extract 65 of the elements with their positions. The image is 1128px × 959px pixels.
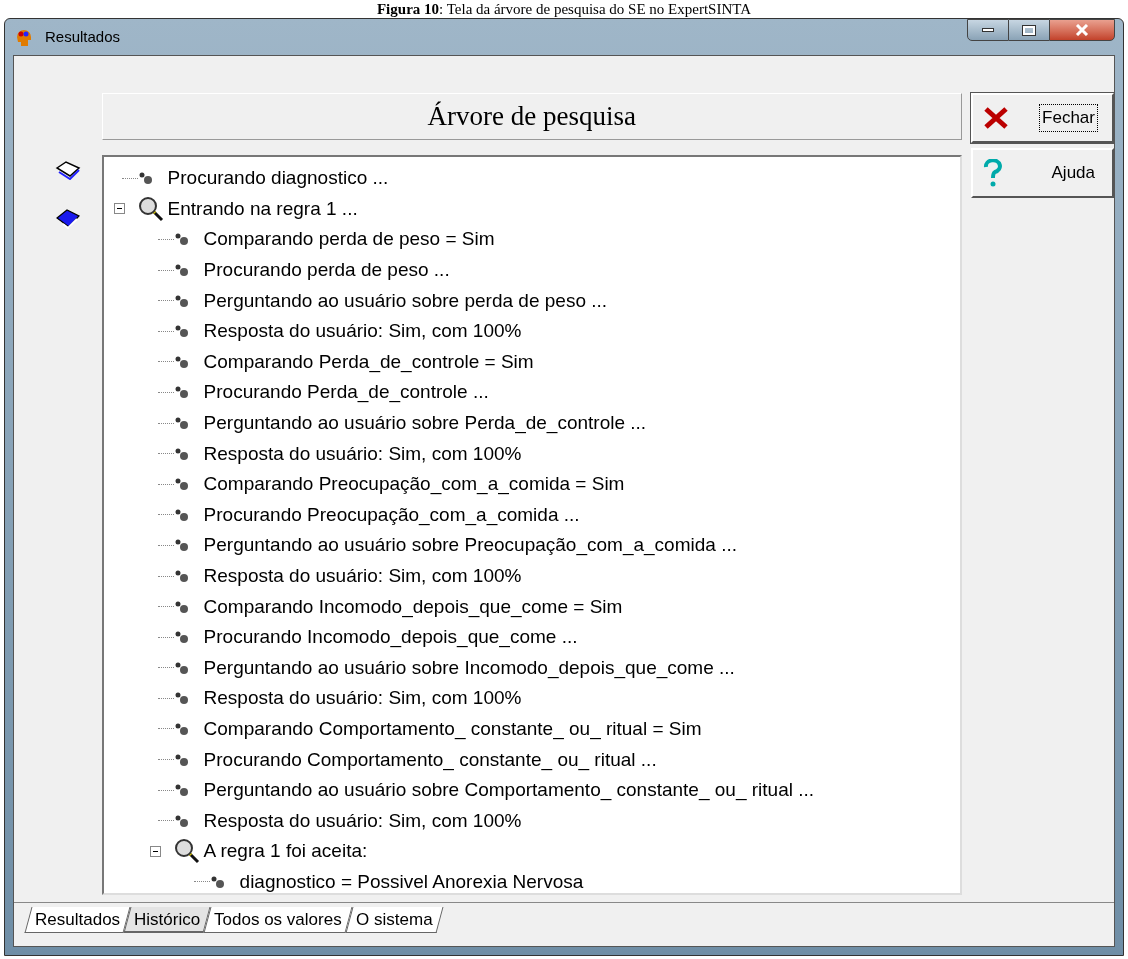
help-button[interactable]: Ajuda [971,148,1114,198]
dots-icon [173,691,190,706]
tree-node-label[interactable]: Entrando na regra 1 ... [167,195,358,222]
tree-node-label[interactable]: Resposta do usuário: Sim, com 100% [203,563,522,589]
window-title: Resultados [45,26,121,47]
dots-icon [173,293,190,308]
question-mark-icon [983,159,1003,187]
magnifier-icon [137,195,164,222]
dots-icon [137,171,154,186]
tree-node-label[interactable]: Comparando Incomodo_depois_que_come = Sim [203,593,623,620]
tree-node-label[interactable]: Comparando Preocupação_com_a_comida = Sim [203,471,625,498]
tree-node-label[interactable]: Resposta do usuário: Sim, com 100% [203,318,522,345]
close-icon [1075,24,1089,36]
dots-icon [173,354,190,369]
tree-node-label[interactable]: Procurando Perda_de_controle ... [203,379,489,406]
tree-node-label[interactable]: Procurando Preocupação_com_a_comida ... [203,501,580,528]
tab[interactable]: O sistema [345,907,443,933]
tree-node-label[interactable]: Procurando diagnostico ... [167,165,389,192]
dots-icon [173,752,190,767]
figure-caption: Figura 10: Tela da árvore de pesquisa do SE no ExpertSINTA [376,0,752,18]
heading-title: Árvore de pesquisa [427,100,636,134]
tree-node-label[interactable]: Resposta do usuário: Sim, com 100% [203,685,522,712]
tree-node-label[interactable]: Comparando Comportamento_ constante_ ou_ ritual = Sim [203,716,702,742]
tab[interactable]: Histórico [123,907,211,933]
close-dialog-button[interactable]: Fechar [971,93,1114,143]
tree-node-label[interactable]: A regra 1 foi aceita: [203,838,368,865]
tab[interactable]: Todos os valores [203,907,353,933]
magnifier-icon [173,838,200,865]
dots-icon [173,630,190,645]
collapse-toggle[interactable] [113,203,125,215]
dots-icon [173,324,190,339]
dots-icon [173,538,190,553]
dots-icon [173,446,190,461]
dots-icon [173,660,190,675]
tree-node-label[interactable]: Perguntando ao usuário sobre perda de peso ... [203,287,608,314]
tree-node-label[interactable]: Comparando Perda_de_controle = Sim [203,348,534,375]
dots-icon [173,813,190,828]
tree-node-label[interactable]: Comparando perda de peso = Sim [203,226,495,253]
dots-icon [173,385,190,400]
tab[interactable]: Resultados [24,907,131,933]
dots-icon [173,416,190,431]
tree-node-label[interactable]: Resposta do usuário: Sim, com 100% [203,440,522,467]
maximize-button[interactable] [1009,19,1049,41]
tree-node-label[interactable]: diagnostico = Possivel Anorexia Nervosa [239,868,584,893]
close-x-icon [983,106,1009,130]
tree-node-label[interactable]: Procurando Comportamento_ constante_ ou_ ritual ... [203,746,657,773]
dots-icon [173,783,190,798]
tree-node-label[interactable]: Procurando perda de peso ... [203,257,450,284]
dots-icon [173,722,190,736]
dots-icon [209,874,226,889]
dots-icon [173,599,190,614]
dots-icon [173,569,190,583]
tree-node-label[interactable]: Perguntando ao usuário sobre Incomodo_depois_que_come ... [203,654,735,681]
tree-node-label[interactable]: Perguntando ao usuário sobre Preocupação_com_a_comida ... [203,532,737,559]
tree-node-label[interactable]: Perguntando ao usuário sobre Comportamento_ constante_ ou_ ritual ... [203,777,815,804]
minimize-button[interactable] [967,19,1009,41]
tree-node-label[interactable]: Resposta do usuário: Sim, com 100% [203,807,522,834]
dots-icon [173,232,190,247]
tree-node-label[interactable]: Procurando Incomodo_depois_que_come ... [203,624,578,651]
close-button[interactable] [1049,19,1115,41]
dots-icon [173,507,190,522]
dots-icon [173,263,190,278]
collapse-toggle[interactable] [149,845,161,857]
tree-node-label[interactable]: Perguntando ao usuário sobre Perda_de_controle ... [203,410,647,437]
dots-icon [173,477,190,492]
